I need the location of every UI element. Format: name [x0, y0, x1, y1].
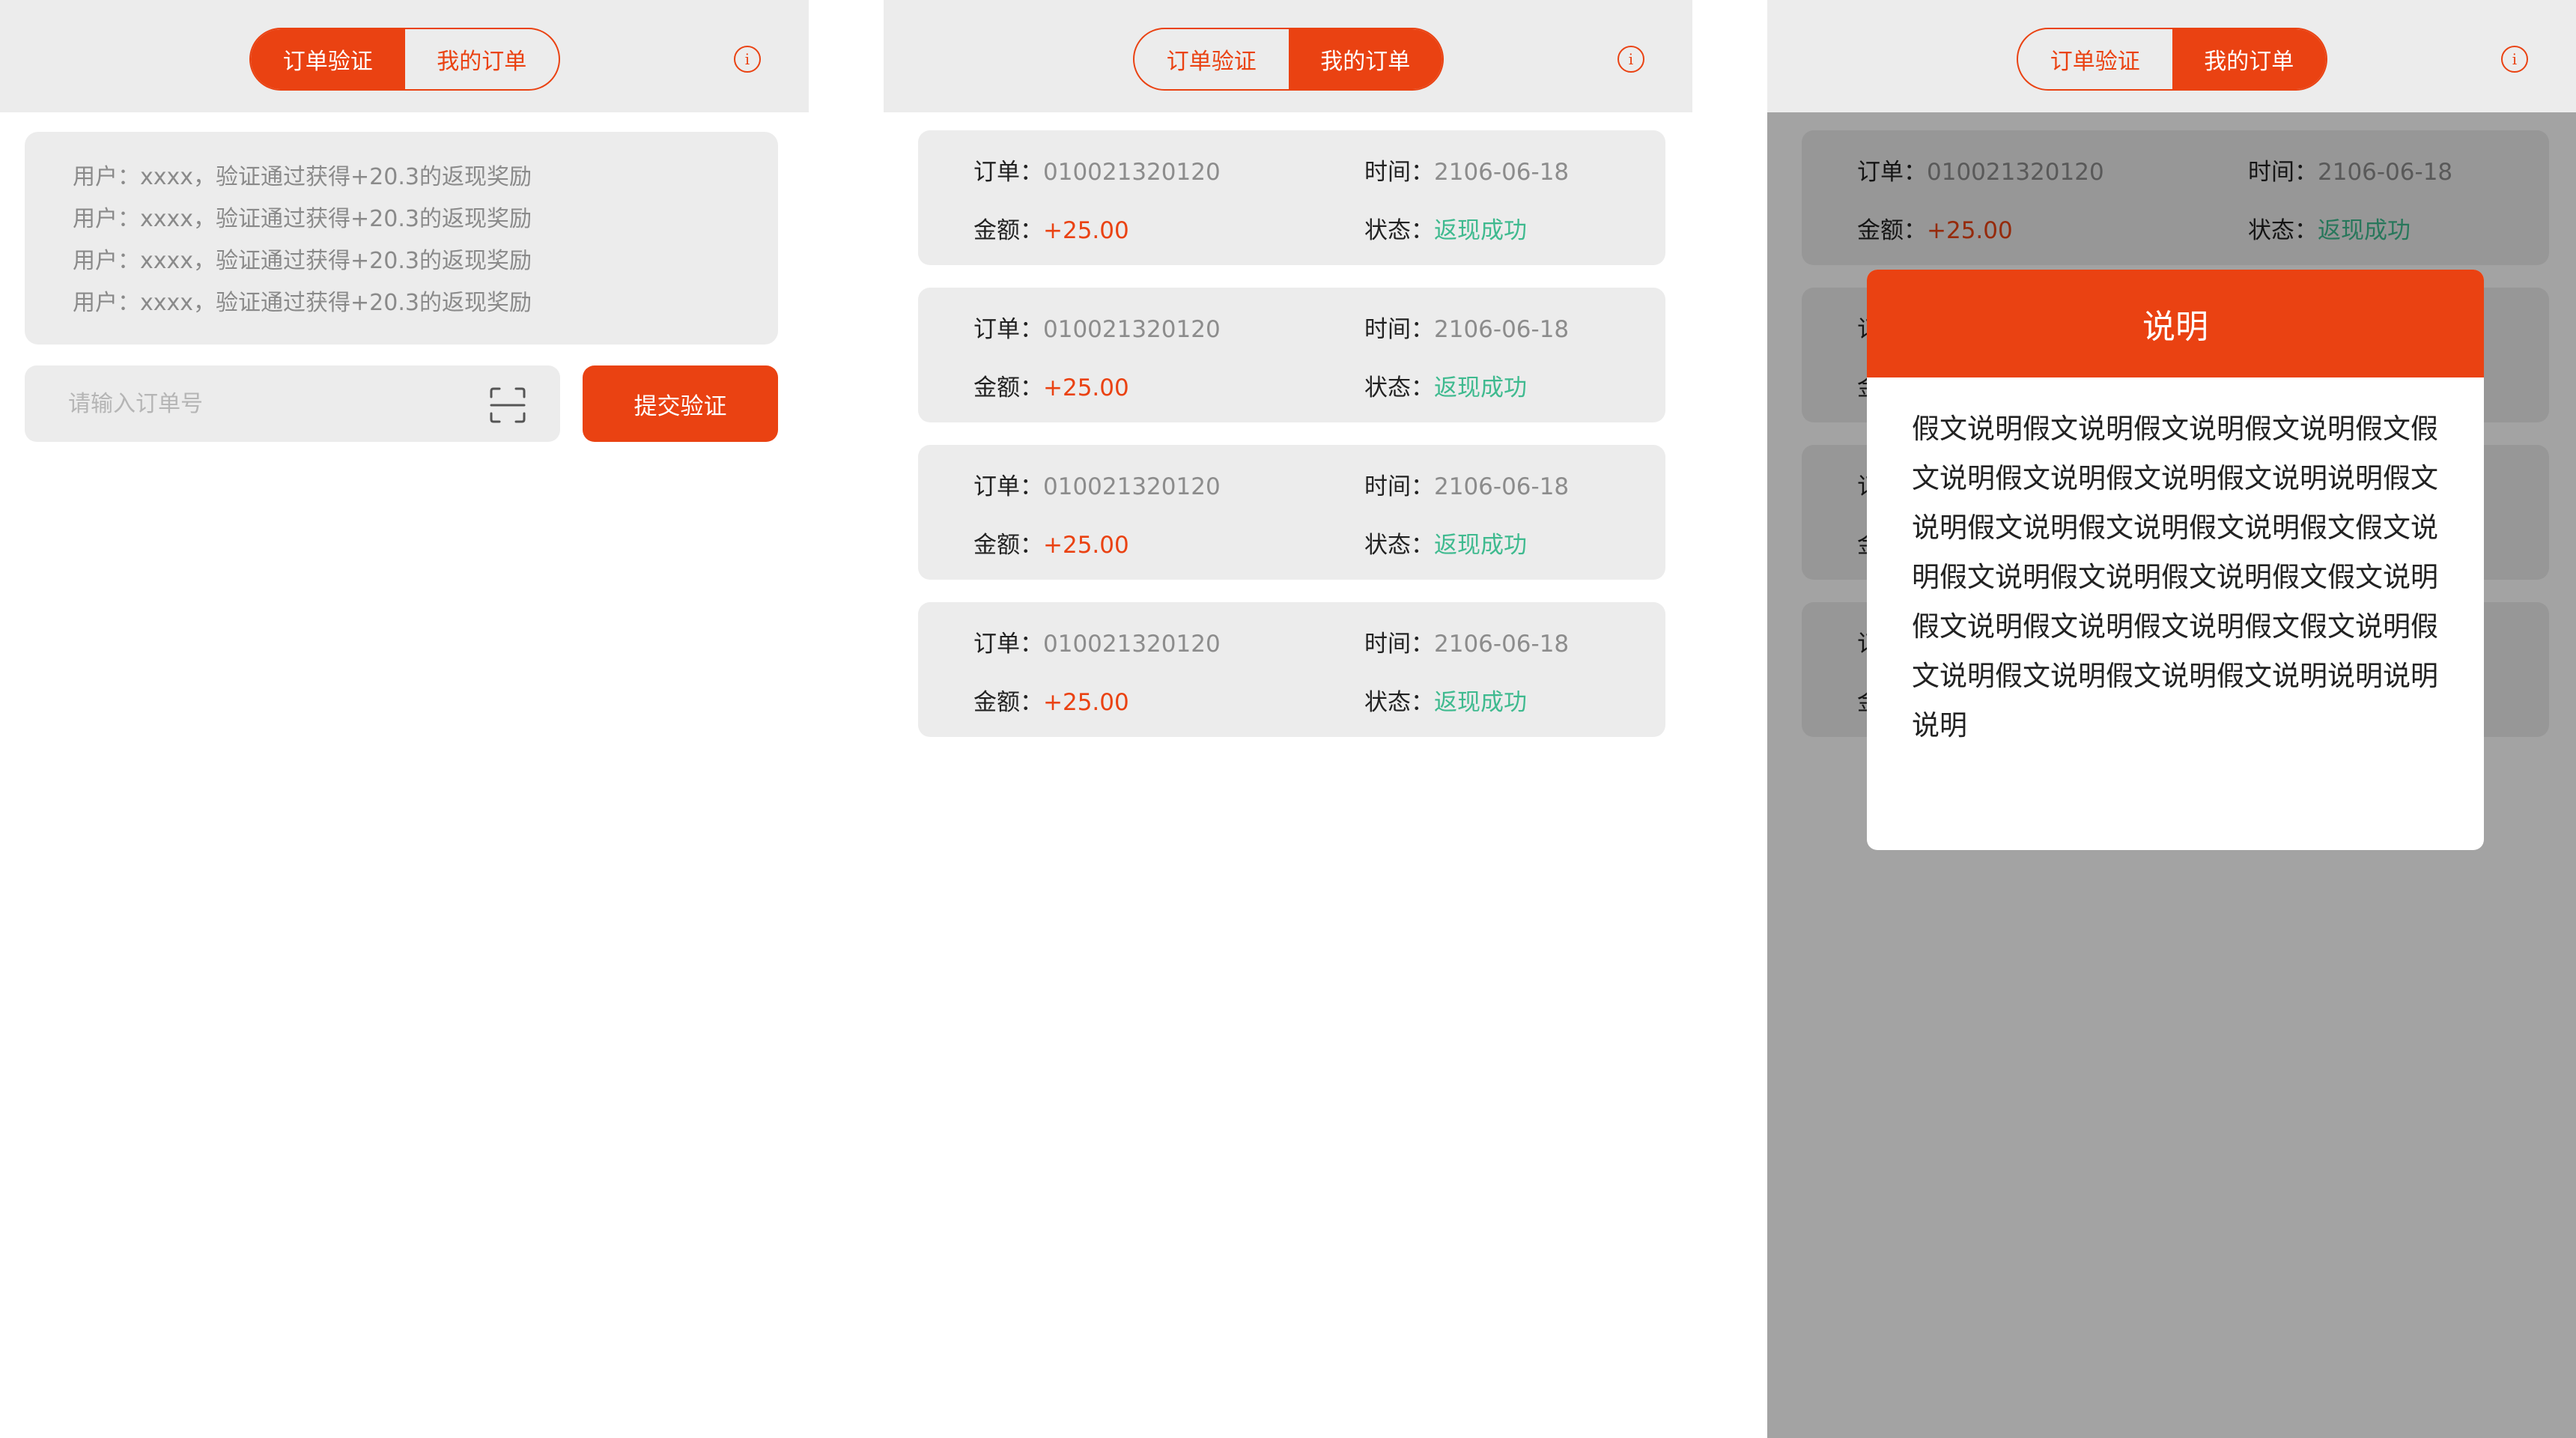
top-bar: 订单验证 我的订单 i	[884, 0, 1692, 112]
order-label: 订单：	[973, 159, 1043, 186]
status-label: 状态：	[1364, 374, 1434, 401]
order-time: 2106-06-18	[1434, 473, 1570, 500]
order-status-field: 状态：返现成功	[1364, 368, 1527, 402]
order-amount: +25.00	[1043, 374, 1129, 401]
order-time: 2106-06-18	[1434, 631, 1570, 658]
info-icon[interactable]: i	[1617, 46, 1644, 73]
status-label: 状态：	[1364, 217, 1434, 244]
order-number-field: 订单：010021320120	[973, 310, 1221, 344]
order-number: 010021320120	[1043, 473, 1221, 500]
order-number-input[interactable]	[25, 365, 474, 442]
order-number-field: 订单：010021320120	[973, 625, 1221, 658]
order-time-field: 时间：2106-06-18	[1364, 153, 1569, 186]
tab-verify[interactable]: 订单验证	[2018, 29, 2172, 89]
notice-item: 用户：xxxx，验证通过获得+20.3的返现奖励	[73, 206, 532, 232]
order-card[interactable]: 订单：010021320120 时间：2106-06-18 金额：+25.00 …	[918, 130, 1665, 265]
orders-screen: 订单验证 我的订单 i 订单：010021320120 时间：2106-06-1…	[884, 0, 1692, 1438]
status-label: 状态：	[1364, 689, 1434, 716]
tab-verify[interactable]: 订单验证	[251, 29, 405, 89]
order-label: 订单：	[973, 473, 1043, 500]
order-amount-field: 金额：+25.00	[973, 526, 1129, 559]
info-icon[interactable]: i	[734, 46, 761, 73]
order-label: 订单：	[973, 316, 1043, 343]
order-amount: +25.00	[1043, 217, 1129, 244]
order-status-field: 状态：返现成功	[1364, 211, 1527, 245]
dialog-body-text: 假文说明假文说明假文说明假文说明假文假文说明假文说明假文说明假文说明说明假文说明…	[1912, 413, 2438, 741]
order-input-box	[25, 365, 560, 442]
notice-item: 用户：xxxx，验证通过获得+20.3的返现奖励	[73, 248, 532, 274]
order-amount-field: 金额：+25.00	[973, 683, 1129, 717]
order-label: 订单：	[973, 631, 1043, 658]
dialog-title: 说明	[1867, 270, 2484, 377]
tab-my-orders[interactable]: 我的订单	[1288, 29, 1442, 89]
reward-notice-list: 用户：xxxx，验证通过获得+20.3的返现奖励 用户：xxxx，验证通过获得+…	[25, 132, 778, 345]
order-status: 返现成功	[1434, 374, 1527, 401]
explanation-dialog: 说明 假文说明假文说明假文说明假文说明假文假文说明假文说明假文说明假文说明说明假…	[1867, 270, 2484, 850]
info-icon[interactable]: i	[2501, 46, 2528, 73]
orders-screen-with-dialog: 订单验证 我的订单 i 订单：010021320120 时间：2106-06-1…	[1767, 0, 2576, 1438]
notice-item: 用户：xxxx，验证通过获得+20.3的返现奖励	[73, 290, 532, 316]
order-card[interactable]: 订单：010021320120 时间：2106-06-18 金额：+25.00 …	[918, 288, 1665, 422]
order-status-field: 状态：返现成功	[1364, 683, 1527, 717]
submit-verify-button[interactable]: 提交验证	[583, 365, 778, 442]
tab-switcher: 订单验证 我的订单	[249, 28, 560, 91]
order-number: 010021320120	[1043, 631, 1221, 658]
top-bar: 订单验证 我的订单 i	[0, 0, 809, 112]
time-label: 时间：	[1364, 159, 1434, 186]
notice-item: 用户：xxxx，验证通过获得+20.3的返现奖励	[73, 164, 532, 190]
order-number-field: 订单：010021320120	[973, 467, 1221, 501]
tab-my-orders[interactable]: 我的订单	[405, 29, 559, 89]
order-amount: +25.00	[1043, 689, 1129, 716]
order-card[interactable]: 订单：010021320120 时间：2106-06-18 金额：+25.00 …	[918, 445, 1665, 580]
amount-label: 金额：	[973, 689, 1043, 716]
order-card[interactable]: 订单：010021320120 时间：2106-06-18 金额：+25.00 …	[918, 602, 1665, 737]
order-amount-field: 金额：+25.00	[973, 368, 1129, 402]
order-number: 010021320120	[1043, 316, 1221, 343]
order-status: 返现成功	[1434, 217, 1527, 244]
amount-label: 金额：	[973, 374, 1043, 401]
order-time: 2106-06-18	[1434, 159, 1570, 186]
top-bar: 订单验证 我的订单 i	[1767, 0, 2576, 112]
order-time-field: 时间：2106-06-18	[1364, 310, 1569, 344]
status-label: 状态：	[1364, 532, 1434, 559]
amount-label: 金额：	[973, 217, 1043, 244]
time-label: 时间：	[1364, 316, 1434, 343]
amount-label: 金额：	[973, 532, 1043, 559]
order-time: 2106-06-18	[1434, 316, 1570, 343]
verify-screen: 订单验证 我的订单 i 用户：xxxx，验证通过获得+20.3的返现奖励 用户：…	[0, 0, 809, 1438]
scan-icon[interactable]	[489, 386, 526, 424]
order-time-field: 时间：2106-06-18	[1364, 467, 1569, 501]
time-label: 时间：	[1364, 631, 1434, 658]
order-amount: +25.00	[1043, 532, 1129, 559]
tab-switcher: 订单验证 我的订单	[2017, 28, 2327, 91]
tab-verify[interactable]: 订单验证	[1134, 29, 1289, 89]
order-number-field: 订单：010021320120	[973, 153, 1221, 186]
tab-my-orders[interactable]: 我的订单	[2172, 29, 2326, 89]
order-status: 返现成功	[1434, 532, 1527, 559]
order-time-field: 时间：2106-06-18	[1364, 625, 1569, 658]
order-status-field: 状态：返现成功	[1364, 526, 1527, 559]
order-status: 返现成功	[1434, 689, 1527, 716]
tab-switcher: 订单验证 我的订单	[1133, 28, 1444, 91]
order-number: 010021320120	[1043, 159, 1221, 186]
time-label: 时间：	[1364, 473, 1434, 500]
order-amount-field: 金额：+25.00	[973, 211, 1129, 245]
